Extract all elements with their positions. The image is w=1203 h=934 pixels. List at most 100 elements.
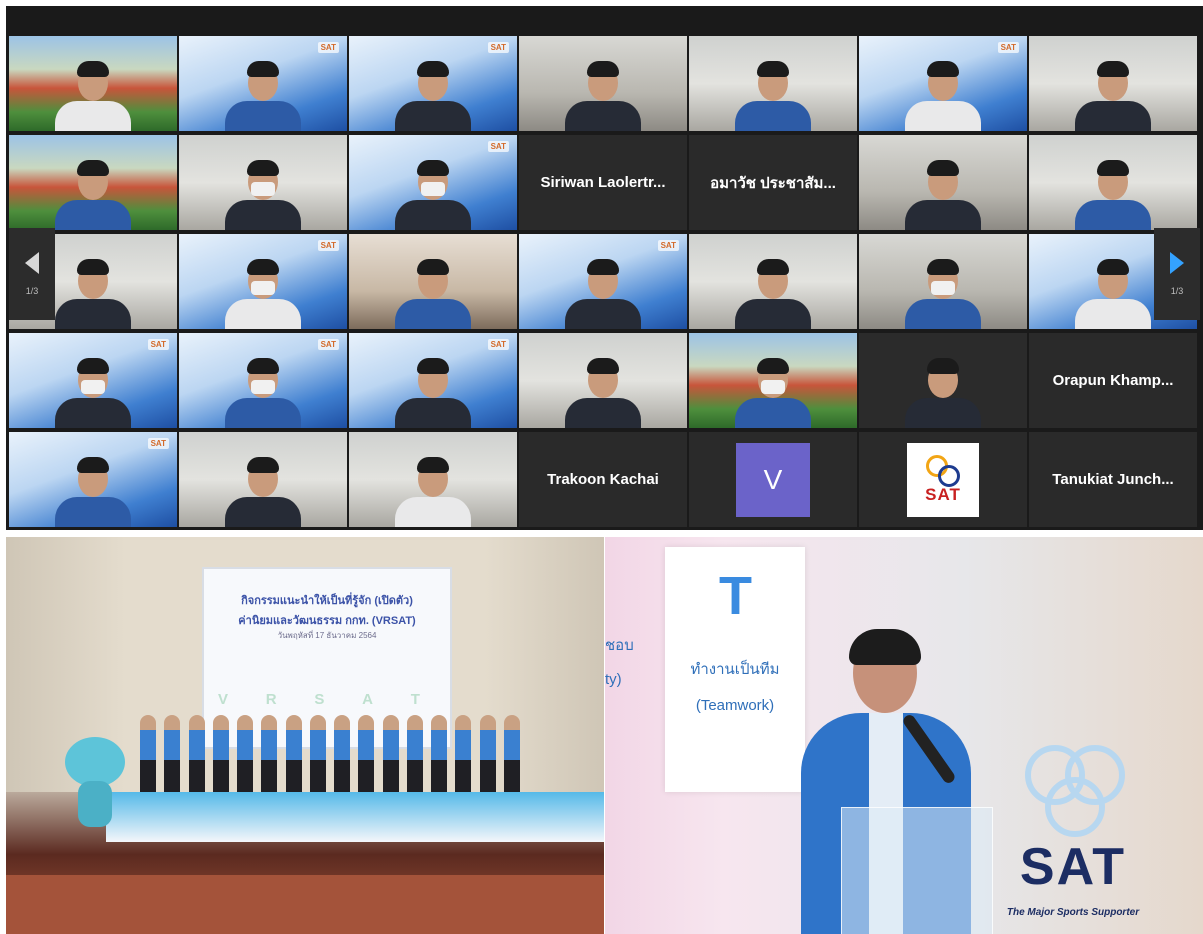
glass-podium <box>841 807 993 934</box>
participant-tile[interactable] <box>179 432 347 527</box>
participant-tile[interactable] <box>9 135 177 230</box>
participant-tile[interactable]: SAT <box>179 234 347 329</box>
participant-tile[interactable]: Orapun Khamp... <box>1029 333 1197 428</box>
sat-logo-icon: SAT <box>487 339 509 350</box>
page-indicator-right: 1/3 <box>1170 286 1184 296</box>
next-page-button[interactable]: 1/3 <box>1154 228 1200 320</box>
participant-video <box>904 158 982 230</box>
stage-skirting <box>106 792 604 842</box>
participant-tile[interactable]: SAT <box>519 234 687 329</box>
participant-video <box>224 257 302 329</box>
chevron-right-icon <box>1170 252 1184 274</box>
sat-logo-icon: SAT <box>147 339 169 350</box>
participant-tile[interactable] <box>689 36 857 131</box>
participant-video <box>904 59 982 131</box>
banner-edge-text1: ชอบ <box>605 637 634 654</box>
participant-tile[interactable] <box>1029 135 1197 230</box>
people-on-stage <box>140 697 520 797</box>
participant-video <box>564 356 642 428</box>
stage-floor <box>6 875 604 934</box>
screen-title-line1: กิจกรรมแนะนำให้เป็นที่รู้จัก (เปิดตัว) <box>241 595 413 607</box>
participant-video <box>54 455 132 527</box>
chevron-left-icon <box>25 252 39 274</box>
participant-tile[interactable] <box>519 333 687 428</box>
sat-logo-icon: SAT <box>147 438 169 449</box>
participant-video <box>734 356 812 428</box>
participant-name: อมาวัช ประชาสัม... <box>710 174 836 192</box>
page-indicator-left: 1/3 <box>25 286 39 296</box>
participant-tile[interactable]: SAT <box>349 135 517 230</box>
participant-video <box>394 158 472 230</box>
sat-logo-icon: SAT <box>317 339 339 350</box>
sat-logo-icon: SAT <box>487 141 509 152</box>
participant-video <box>734 257 812 329</box>
participant-video <box>394 257 472 329</box>
participant-tile[interactable] <box>859 135 1027 230</box>
participant-name: Siriwan Laolertr... <box>540 174 666 191</box>
participant-video <box>394 59 472 131</box>
participant-video <box>1074 59 1152 131</box>
participant-tile[interactable]: SAT <box>179 333 347 428</box>
participant-video <box>1074 158 1152 230</box>
avatar: V <box>736 442 810 517</box>
screen-date: วันพฤหัสที่ 17 ธันวาคม 2564 <box>277 631 377 640</box>
sat-logo-icon: SAT <box>317 240 339 251</box>
sat-logo-sign: SAT The Major Sports Supporter <box>1003 737 1143 927</box>
zoom-gallery-window: SAT SAT SAT SAT Siriwan Laolertr... อมาวัช ปร… <box>6 6 1203 530</box>
participant-tile[interactable]: อมาวัช ประชาสัม... <box>689 135 857 230</box>
sat-logo-icon: SAT <box>317 42 339 53</box>
participant-video <box>904 257 982 329</box>
participant-tile[interactable] <box>349 432 517 527</box>
participant-video <box>54 59 132 131</box>
banner-thai-text: ทำงานเป็นทีม <box>690 661 780 678</box>
sat-logo-icon: SAT <box>487 42 509 53</box>
participant-tile[interactable] <box>859 234 1027 329</box>
participant-tile[interactable]: SAT <box>859 432 1027 527</box>
prev-page-button[interactable]: 1/3 <box>9 228 55 320</box>
participant-video <box>224 356 302 428</box>
participant-video <box>394 455 472 527</box>
participant-tile[interactable]: SAT <box>179 36 347 131</box>
participant-grid: SAT SAT SAT SAT Siriwan Laolertr... อมาวัช ปร… <box>9 36 1203 530</box>
banner-letter: T <box>719 566 752 626</box>
participant-tile[interactable]: SAT <box>349 333 517 428</box>
participant-tile[interactable] <box>179 135 347 230</box>
participant-video <box>54 257 132 329</box>
participant-tile[interactable] <box>859 333 1027 428</box>
participant-name: Orapun Khamp... <box>1052 372 1174 389</box>
participant-tile[interactable] <box>689 234 857 329</box>
participant-tile[interactable]: SAT <box>859 36 1027 131</box>
participant-video <box>734 59 812 131</box>
participant-video <box>224 59 302 131</box>
participant-tile[interactable]: V <box>689 432 857 527</box>
sat-logo-tagline: The Major Sports Supporter <box>1006 907 1140 918</box>
participant-tile[interactable]: Siriwan Laolertr... <box>519 135 687 230</box>
participant-video <box>224 158 302 230</box>
participant-video <box>224 455 302 527</box>
participant-video <box>54 356 132 428</box>
participant-tile[interactable]: SAT <box>9 333 177 428</box>
participant-video <box>564 59 642 131</box>
participant-tile[interactable] <box>9 36 177 131</box>
participant-video <box>394 356 472 428</box>
participant-tile[interactable] <box>1029 36 1197 131</box>
participant-tile[interactable] <box>349 234 517 329</box>
participant-tile[interactable]: Tanukiat Junch... <box>1029 432 1197 527</box>
sat-logo-icon: SAT <box>997 42 1019 53</box>
participant-tile[interactable] <box>519 36 687 131</box>
participant-name: Trakoon Kachai <box>547 471 659 488</box>
banner-english-text: (Teamwork) <box>695 697 775 714</box>
participant-video <box>564 257 642 329</box>
teamwork-banner: T ทำงานเป็นทีม (Teamwork) <box>665 547 805 792</box>
sat-logo-icon: SAT <box>657 240 679 251</box>
sat-logo-text: SAT <box>1019 838 1127 896</box>
participant-tile[interactable] <box>689 333 857 428</box>
participant-tile[interactable]: Trakoon Kachai <box>519 432 687 527</box>
participant-tile[interactable]: SAT <box>349 36 517 131</box>
stage-event-photo: กิจกรรมแนะนำให้เป็นที่รู้จัก (เปิดตัว) ค… <box>6 537 604 934</box>
participant-name: Tanukiat Junch... <box>1052 471 1174 488</box>
banner-edge-text2: ty) <box>605 671 622 688</box>
screen-title-line2: ค่านิยมและวัฒนธรรม กกท. (VRSAT) <box>238 615 416 627</box>
sat-logo-label: SAT <box>925 484 961 504</box>
participant-tile[interactable]: SAT <box>9 432 177 527</box>
